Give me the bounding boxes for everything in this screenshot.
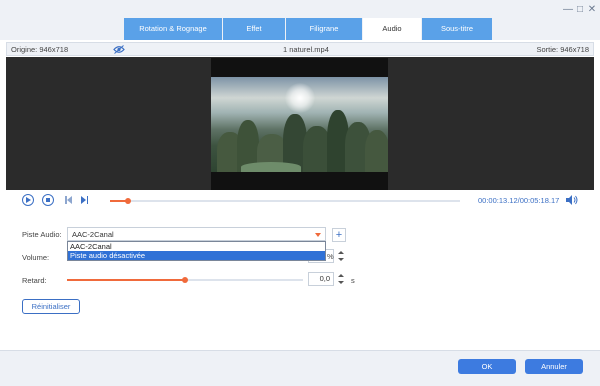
delay-slider[interactable] (67, 277, 303, 283)
chevron-down-icon (315, 233, 321, 237)
ok-button[interactable]: OK (458, 359, 516, 374)
delay-slider-fill (67, 279, 185, 281)
tab-audio[interactable]: Audio (363, 18, 421, 40)
dropdown-option-aac[interactable]: AAC-2Canal (68, 242, 325, 251)
origin-resolution: Origine: 946x718 (11, 45, 69, 54)
stepper-down-icon[interactable] (338, 258, 344, 261)
audio-track-dropdown: AAC-2Canal Piste audio désactivée (67, 241, 326, 261)
output-resolution: Sortie: 946x718 (536, 45, 589, 54)
video-frame (211, 58, 388, 190)
time-display: 00:00:13.12/00:05:18.17 (478, 196, 559, 205)
stepper-up-icon[interactable] (338, 251, 344, 254)
volume-stepper[interactable] (337, 249, 345, 263)
playback-controls: 00:00:13.12/00:05:18.17 (0, 190, 600, 212)
volume-icon[interactable] (566, 195, 578, 205)
file-name: 1 naturel.mp4 (283, 45, 329, 54)
total-time: /00:05:18.17 (517, 196, 560, 205)
tab-watermark[interactable]: Filigrane (286, 18, 362, 40)
play-icon[interactable] (22, 194, 34, 206)
tab-bar: Rotation & Rognage Effet Filigrane Audio… (124, 18, 493, 40)
reset-button[interactable]: Réinitialiser (22, 299, 80, 314)
volume-label: Volume: (22, 253, 50, 262)
seek-handle[interactable] (124, 198, 131, 204)
video-image (211, 77, 388, 172)
next-frame-icon[interactable] (80, 195, 90, 205)
delay-unit: s (351, 276, 355, 285)
title-bar: — □ ✕ Rotation & Rognage Effet Filigrane… (0, 0, 600, 40)
minimize-icon[interactable]: — (562, 4, 574, 16)
audio-track-label: Piste Audio: (22, 230, 62, 239)
footer-bar: OK Annuler (0, 350, 600, 386)
eye-icon[interactable] (113, 45, 125, 54)
delay-label: Retard: (22, 276, 47, 285)
info-bar: Origine: 946x718 1 naturel.mp4 Sortie: 9… (6, 42, 594, 56)
stepper-up-icon[interactable] (338, 274, 344, 277)
delay-slider-handle[interactable] (182, 277, 188, 283)
delay-input[interactable]: 0,0 (308, 272, 334, 286)
restore-icon[interactable]: □ (574, 4, 586, 16)
video-preview (6, 57, 594, 190)
close-icon[interactable]: ✕ (586, 4, 598, 16)
cancel-button[interactable]: Annuler (525, 359, 583, 374)
seek-bar[interactable] (110, 198, 460, 204)
tab-rotation-crop[interactable]: Rotation & Rognage (124, 18, 222, 40)
volume-unit: % (327, 252, 334, 261)
previous-frame-icon[interactable] (64, 195, 74, 205)
delay-stepper[interactable] (337, 272, 345, 286)
tab-subtitle[interactable]: Sous-titre (422, 18, 492, 40)
stop-icon[interactable] (42, 194, 54, 206)
add-audio-track-button[interactable]: + (332, 228, 346, 242)
audio-track-value: AAC-2Canal (72, 230, 114, 239)
current-time: 00:00:13.12 (478, 196, 518, 205)
dropdown-option-disabled[interactable]: Piste audio désactivée (68, 251, 325, 260)
tab-effect[interactable]: Effet (223, 18, 285, 40)
audio-track-select[interactable]: AAC-2Canal (67, 227, 326, 241)
stepper-down-icon[interactable] (338, 281, 344, 284)
